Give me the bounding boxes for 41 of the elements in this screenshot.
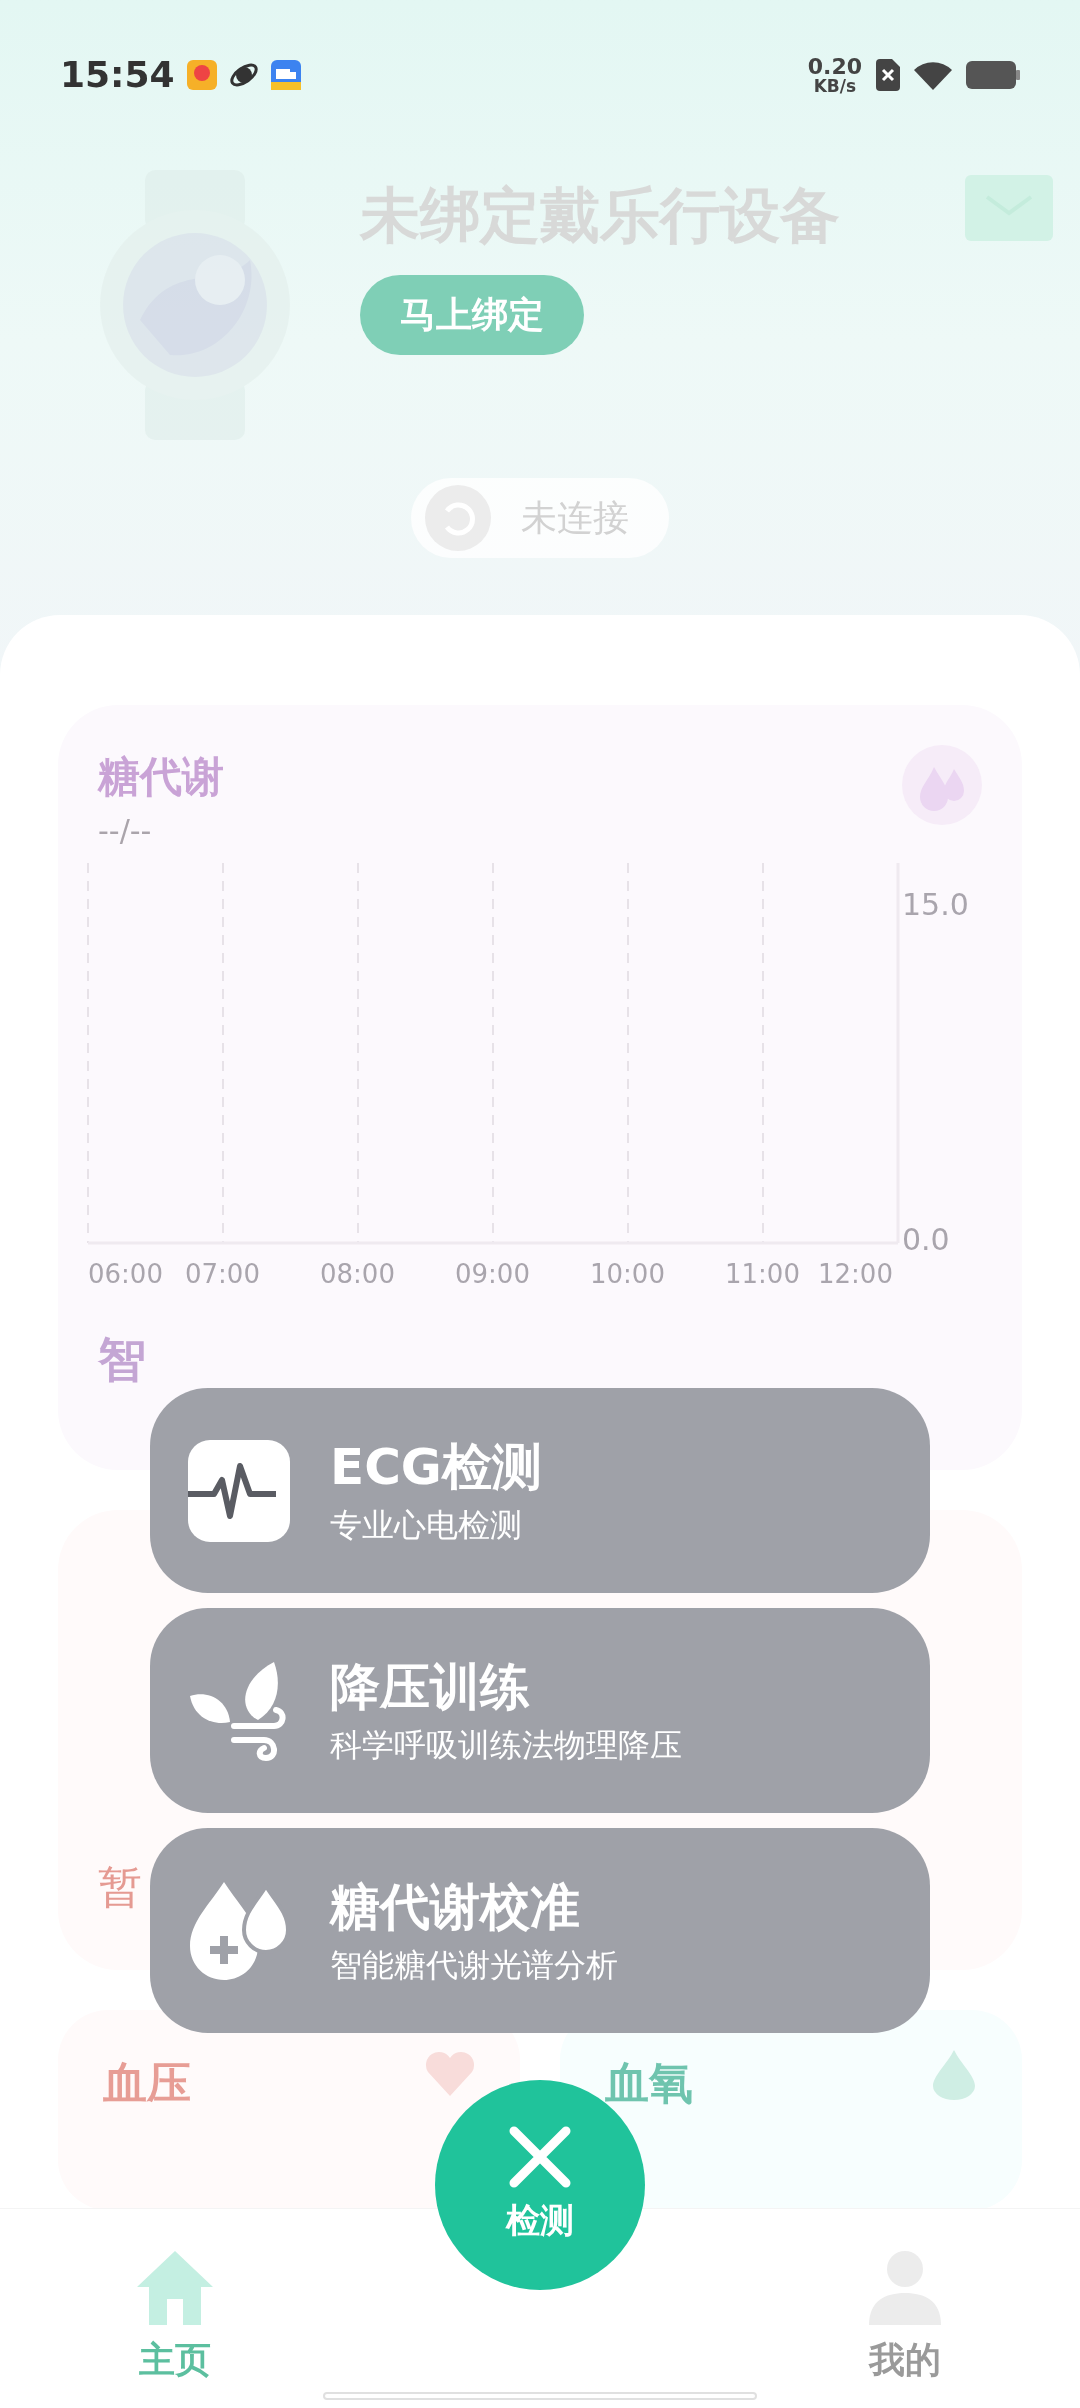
x-tick-label: 07:00: [185, 1261, 260, 1287]
heart-icon: [425, 2050, 475, 2096]
drop-icon: [931, 2050, 977, 2100]
truck-icon: [270, 60, 301, 90]
close-icon: [508, 2124, 572, 2189]
card-footer: 暂: [98, 1854, 142, 1920]
card-value: --/--: [98, 812, 152, 850]
app-icon: [186, 60, 217, 90]
menu-subtitle: 专业心电检测: [330, 1504, 523, 1545]
menu-card[interactable]: ECG检测 专业心电检测: [150, 1388, 930, 1593]
card-title: 糖代谢: [98, 751, 224, 803]
network-speed: 0.20: [807, 55, 862, 78]
menu-title: ECG检测: [330, 1437, 542, 1499]
menu-title: 降压训练: [330, 1657, 531, 1719]
battery-icon: [966, 61, 1020, 89]
bind-now-button[interactable]: 马上绑定: [360, 275, 584, 355]
x-tick-label: 10:00: [590, 1261, 665, 1287]
menu-card[interactable]: 降压训练 科学呼吸训练法物理降压: [150, 1608, 930, 1813]
y-tick-label: 0.0: [902, 1225, 950, 1255]
nav-tab[interactable]: 主页: [135, 2249, 215, 2408]
y-tick-label: 15.0: [902, 889, 969, 920]
menu-card[interactable]: 糖代谢校准 智能糖代谢光谱分析: [150, 1828, 930, 2033]
home-icon: [135, 2249, 215, 2325]
wifi-icon: [914, 60, 952, 90]
message-icon: [965, 175, 1053, 241]
network-unit: KB/s: [813, 77, 857, 95]
x-tick-label: 12:00: [818, 1261, 893, 1287]
card-title: 血压: [103, 2056, 191, 2110]
drops-icon: [902, 745, 982, 825]
no-sim-icon: [876, 59, 900, 91]
nav-tab[interactable]: 我的: [865, 2249, 945, 2408]
x-tick-label: 08:00: [320, 1261, 395, 1287]
x-tick-label: 09:00: [455, 1261, 530, 1287]
card-footer: 智: [98, 1323, 146, 1395]
x-tick-label: 06:00: [88, 1261, 163, 1287]
menu-subtitle: 科学呼吸训练法物理降压: [330, 1724, 682, 1765]
clock: 15:54: [60, 53, 175, 97]
menu-title: 糖代谢校准: [330, 1877, 581, 1939]
menu-subtitle: 智能糖代谢光谱分析: [330, 1944, 618, 1985]
heartbeat-icon: [188, 1439, 290, 1542]
x-tick-label: 11:00: [725, 1261, 800, 1287]
